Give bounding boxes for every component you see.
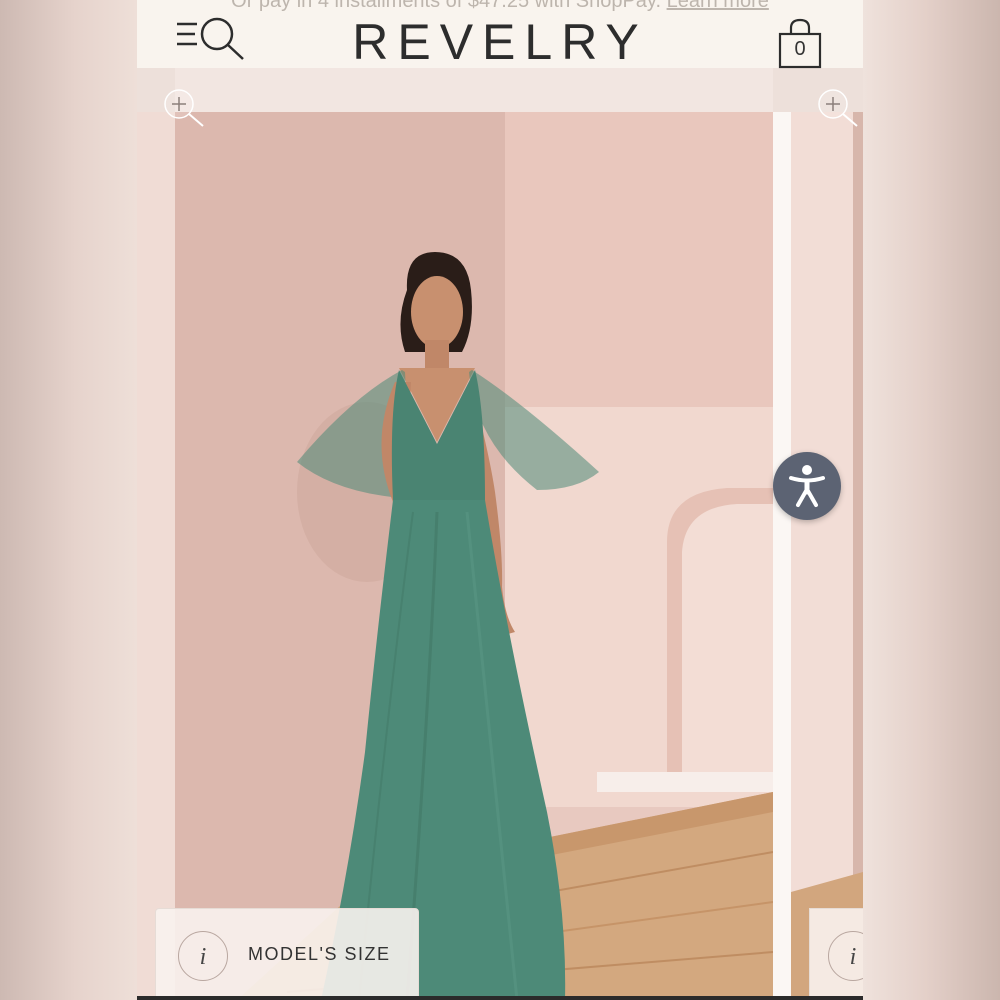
info-icon-next: i [828,931,863,981]
shopping-bag-icon[interactable]: 0 [777,18,825,70]
model-size-button[interactable]: i MODEL'S SIZE [155,908,419,1000]
promo-text: Or pay in 4 installments of $47.25 with … [231,0,662,12]
backdrop-left [0,0,137,1000]
learn-more-link[interactable]: Learn more [667,0,769,12]
model-size-button-next[interactable]: i [809,908,863,1000]
backdrop-right [863,0,1000,1000]
cart-count: 0 [794,38,806,60]
product-image-next[interactable] [791,112,863,1000]
info-icon: i [178,931,228,981]
gallery-top-strip-slide [175,68,773,112]
revelry-logo[interactable]: REVELRY [137,12,863,72]
slide-divider [773,112,791,1000]
model-size-label: MODEL'S SIZE [248,944,391,964]
bottom-edge [137,996,863,1000]
zoom-plus-icon[interactable] [161,86,209,134]
product-page: REVELRY 0 Or pay in 4 installments of $4… [137,0,863,1000]
accessibility-button[interactable] [773,452,841,520]
product-image-main[interactable] [137,112,773,1000]
promo-banner: Or pay in 4 installments of $47.25 with … [137,0,863,14]
accessibility-person-icon [789,465,825,507]
zoom-plus-icon-next[interactable] [815,86,863,134]
